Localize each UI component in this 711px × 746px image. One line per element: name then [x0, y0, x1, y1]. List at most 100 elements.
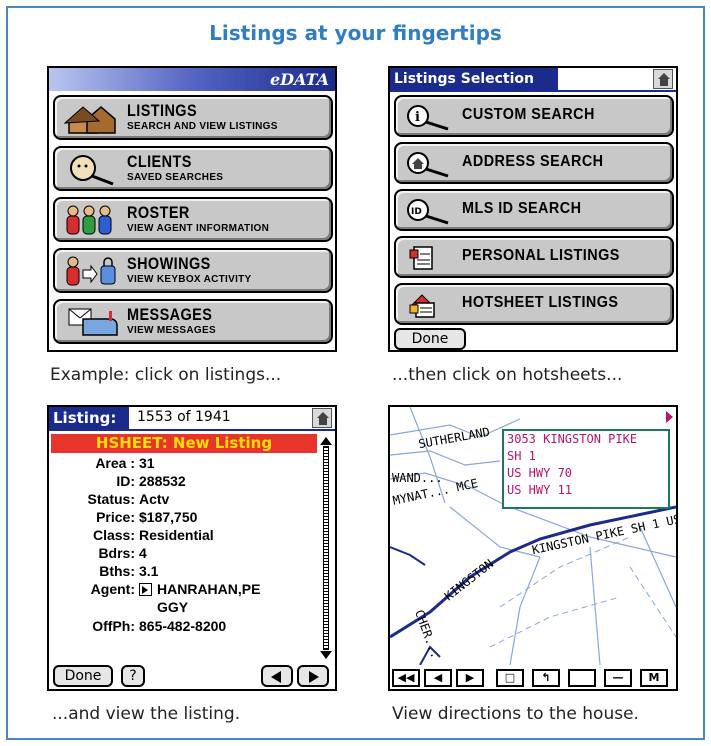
popup-line: US HWY 70 [507, 466, 573, 480]
popup-line: 3053 KINGSTON PIKE [507, 432, 638, 446]
field-bdrs: Bdrs: 4 [49, 545, 317, 563]
scroll-down-icon[interactable] [320, 651, 332, 659]
personal-listings-button[interactable]: PERSONAL LISTINGS [394, 236, 674, 278]
hotsheet-banner: HSHEET: New Listing [51, 434, 317, 453]
help-button[interactable]: ? [121, 665, 145, 687]
field-value[interactable]: HANRAHAN,PE [139, 581, 260, 597]
field-label: Status: [87, 491, 135, 507]
svg-text:ID: ID [411, 207, 422, 217]
custom-search-label: CUSTOM SEARCH [462, 106, 595, 123]
clients-label: CLIENTS [127, 152, 192, 171]
listing-title: Listing: [49, 407, 129, 429]
messages-sub: VIEW MESSAGES [127, 325, 216, 336]
field-value: Residential [139, 527, 214, 543]
showings-button[interactable]: SHOWINGS VIEW KEYBOX ACTIVITY [53, 248, 333, 293]
field-status: Status: Actv [49, 491, 317, 509]
left-arrow-icon [271, 671, 281, 683]
scroll-up-icon[interactable] [320, 437, 332, 445]
field-label: Bths: [99, 563, 135, 579]
home-icon[interactable] [653, 69, 673, 89]
field-value: Actv [139, 491, 170, 507]
field-label: Agent: [90, 581, 135, 597]
hotsheet-listings-button[interactable]: HOTSHEET LISTINGS [394, 283, 674, 325]
home-icon[interactable] [312, 408, 332, 428]
field-label: Bdrs: [98, 545, 135, 561]
prev-step-button[interactable]: ◀ [424, 669, 452, 687]
map-screen: SUTHERLAND WAND... MYNAT... MCE KINGSTON… [388, 405, 678, 691]
messages-button[interactable]: MESSAGES VIEW MESSAGES [53, 299, 333, 344]
field-offph: OffPh: 865-482-8200 [49, 618, 317, 636]
home-search-icon [407, 152, 449, 178]
field-value: 31 [139, 455, 155, 471]
first-step-button[interactable]: ◀◀ [392, 669, 420, 687]
map-label-wand: WAND... [392, 471, 443, 485]
showings-sub: VIEW KEYBOX ACTIVITY [127, 274, 252, 285]
listing-detail-screen: Listing: 1553 of 1941 HSHEET: New Listin… [47, 405, 337, 691]
listings-sub: SEARCH AND VIEW LISTINGS [127, 121, 278, 132]
menu-button[interactable]: M [640, 669, 668, 687]
roster-button[interactable]: ROSTER VIEW AGENT INFORMATION [53, 197, 333, 242]
mls-id-search-label: MLS ID SEARCH [462, 200, 582, 217]
roster-label: ROSTER [127, 203, 190, 222]
caption-menu: Example: click on listings... [50, 365, 282, 385]
field-agent-cont: GGY [49, 599, 317, 617]
caption-listing: ...and view the listing. [52, 704, 241, 724]
scroll-track[interactable] [323, 446, 329, 650]
address-search-label: ADDRESS SEARCH [462, 153, 604, 170]
address-search-button[interactable]: ADDRESS SEARCH [394, 142, 674, 184]
field-bths: Bths: 3.1 [49, 563, 317, 581]
square-button[interactable]: □ [496, 669, 524, 687]
field-value: 4 [139, 545, 147, 561]
id-search-icon: ID [407, 199, 449, 225]
page-title: Listings at your fingertips [209, 21, 502, 45]
field-id: ID: 288532 [49, 473, 317, 491]
field-value: 3.1 [139, 563, 159, 579]
keybox-icon [66, 256, 116, 286]
field-label: OffPh: [92, 618, 135, 634]
field-label: Price: [96, 509, 135, 525]
done-button[interactable]: Done [53, 665, 113, 687]
svg-text:i: i [415, 110, 420, 125]
field-value: $187,750 [139, 509, 198, 525]
field-value: 865-482-8200 [139, 618, 227, 634]
field-value: GGY [157, 599, 189, 615]
listings-selection-screen: Listings Selection i CUSTOM SEARCH ADDRE… [388, 66, 678, 352]
mls-id-search-button[interactable]: ID MLS ID SEARCH [394, 189, 674, 231]
field-price: Price: $187,750 [49, 509, 317, 527]
next-button[interactable] [297, 665, 329, 687]
field-agent: Agent: HANRAHAN,PE [49, 581, 317, 599]
listings-button[interactable]: LISTINGS SEARCH AND VIEW LISTINGS [53, 95, 333, 140]
personal-listings-label: PERSONAL LISTINGS [462, 247, 620, 264]
hotsheet-listings-label: HOTSHEET LISTINGS [462, 294, 619, 311]
custom-search-button[interactable]: i CUSTOM SEARCH [394, 95, 674, 137]
magnifier-face-icon [70, 155, 114, 186]
info-search-icon: i [407, 105, 449, 131]
hotsheet-icon [409, 294, 435, 318]
personal-listings-icon [409, 246, 433, 270]
clients-button[interactable]: CLIENTS SAVED SEARCHES [53, 146, 333, 191]
field-label: Class: [92, 527, 135, 543]
zoom-out-button[interactable]: — [604, 669, 632, 687]
selection-header: Listings Selection [390, 68, 676, 92]
roster-sub: VIEW AGENT INFORMATION [127, 223, 270, 234]
selection-title: Listings Selection [390, 68, 558, 90]
next-step-button[interactable]: ▶ [456, 669, 484, 687]
agent-link-icon[interactable] [139, 583, 152, 596]
caption-map: View directions to the house. [392, 704, 639, 724]
scrollbar[interactable] [320, 437, 332, 659]
houses-icon [63, 106, 116, 134]
turn-button[interactable]: ↰ [532, 669, 560, 687]
messages-label: MESSAGES [127, 305, 213, 324]
field-label: ID: [116, 473, 135, 489]
prev-button[interactable] [261, 665, 293, 687]
clients-sub: SAVED SEARCHES [127, 172, 224, 183]
blank-button[interactable] [568, 669, 596, 687]
done-button[interactable]: Done [394, 328, 466, 350]
address-popup: 3053 KINGSTON PIKE SH 1 US HWY 70 US HWY… [502, 429, 670, 509]
mailbox-icon [68, 308, 118, 336]
field-value: 288532 [139, 473, 186, 489]
listing-header: Listing: 1553 of 1941 [49, 407, 335, 431]
field-class: Class: Residential [49, 527, 317, 545]
listing-count: 1553 of 1941 [137, 409, 231, 425]
route-arrow-icon[interactable] [666, 411, 673, 423]
